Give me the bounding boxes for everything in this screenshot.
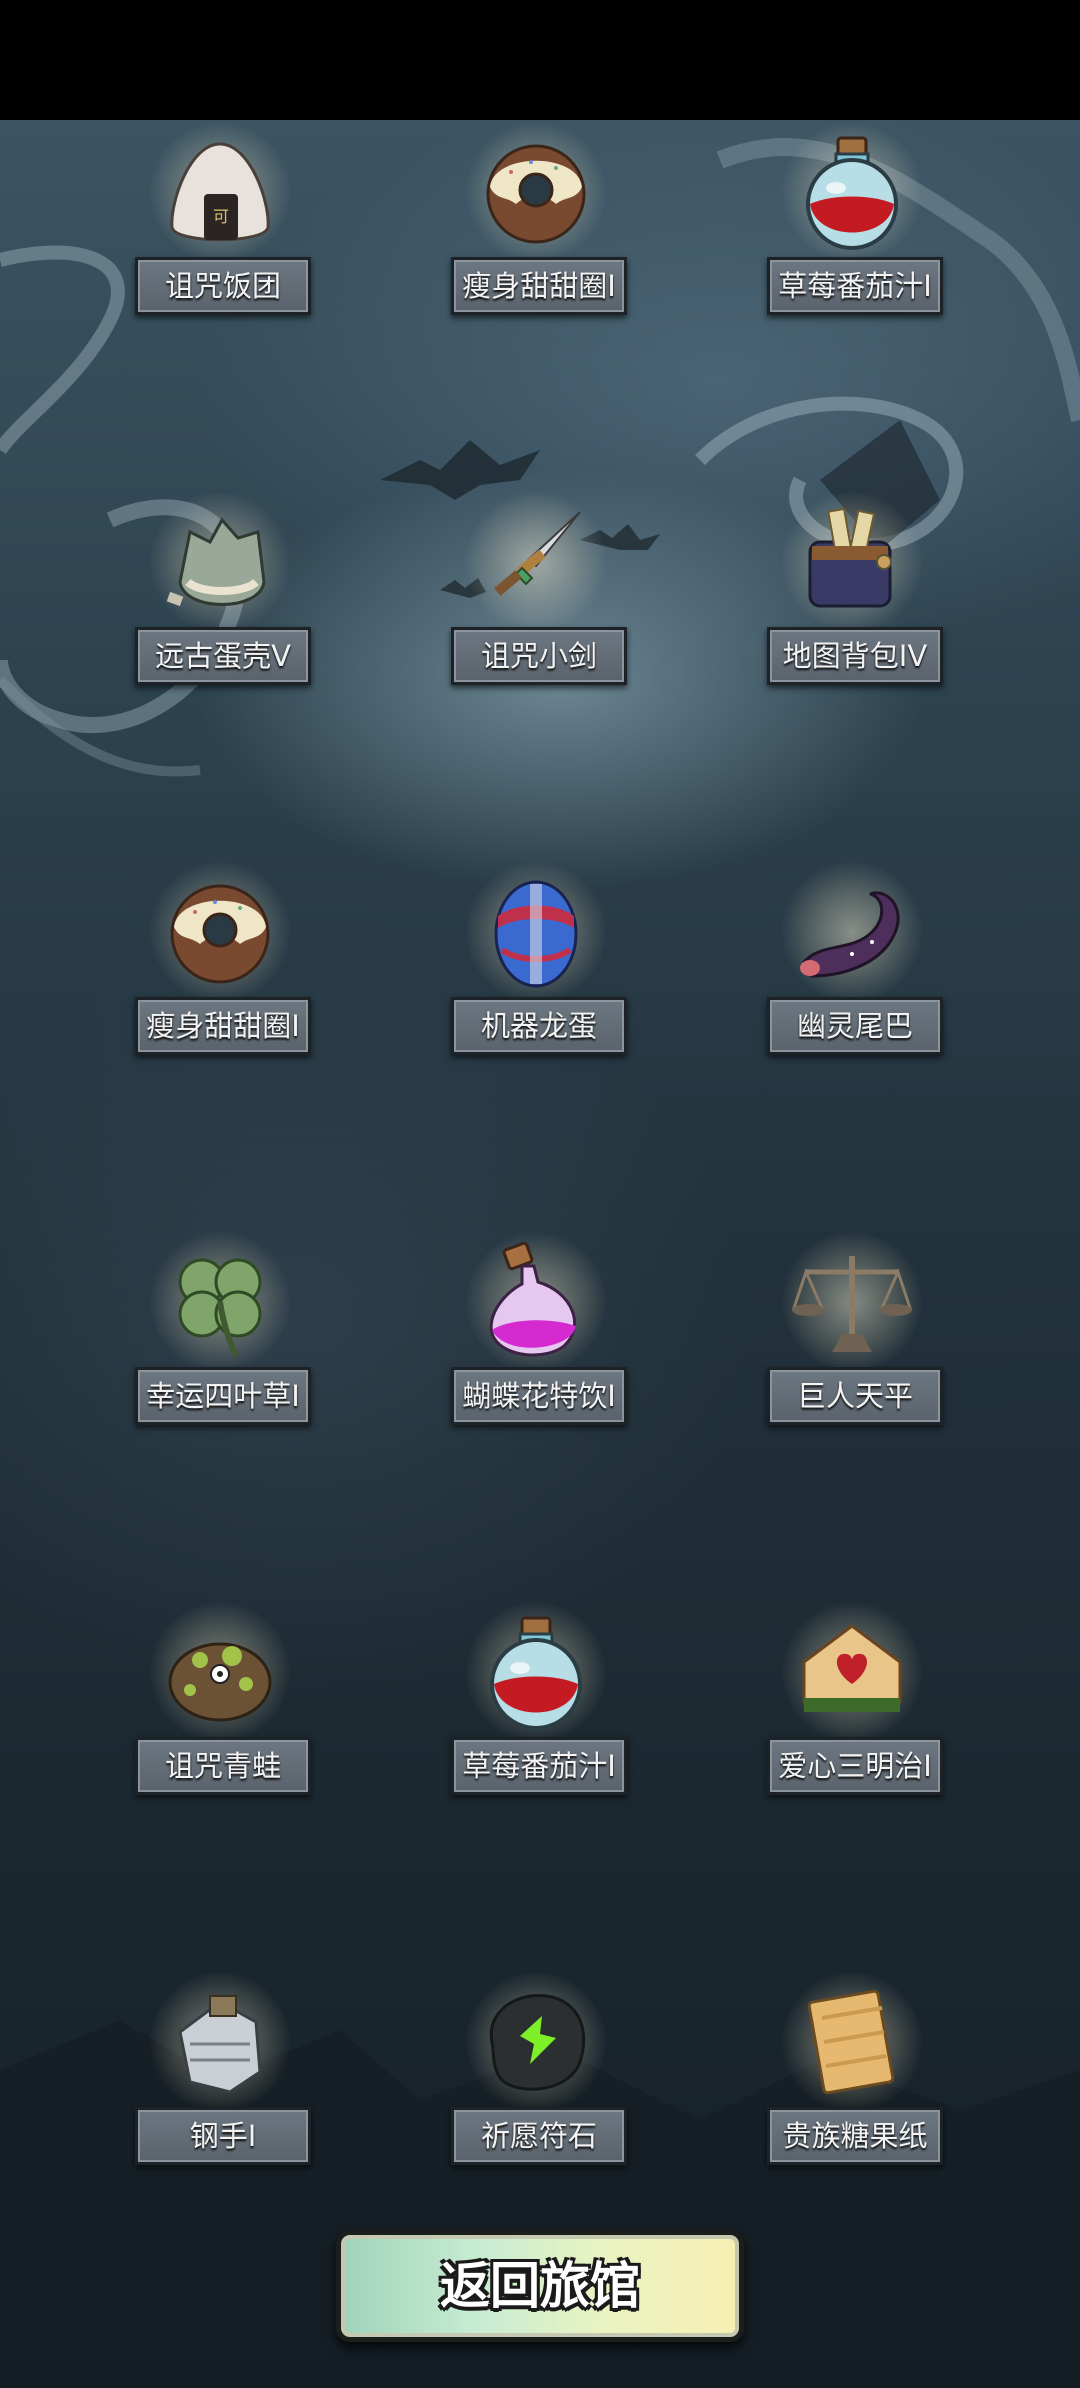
item-slot[interactable]: 机器龙蛋: [446, 862, 627, 1082]
item-slot[interactable]: 祈愿符石: [446, 1972, 627, 2192]
item-slot[interactable]: 瘦身甜甜圈I: [130, 862, 311, 1082]
item-slot[interactable]: 草莓番茄汁I: [762, 122, 943, 342]
item-label: 贵族糖果纸: [767, 2107, 943, 2165]
item-label: 巨人天平: [767, 1367, 943, 1425]
return-to-inn-button[interactable]: 返回旅馆: [336, 2230, 744, 2342]
dagger-icon: [494, 511, 581, 596]
item-slot[interactable]: 幽灵尾巴: [762, 862, 943, 1082]
robot-dragon-egg-icon: [494, 880, 578, 988]
return-to-inn-label: 返回旅馆: [440, 2257, 640, 2315]
item-slot[interactable]: 远古蛋壳V: [130, 492, 311, 712]
item-label: 机器龙蛋: [451, 997, 627, 1055]
item-label: 草莓番茄汁I: [451, 1737, 627, 1795]
item-label: 祈愿符石: [451, 2107, 627, 2165]
pink-potion-icon: [489, 1242, 576, 1357]
status-bar: [0, 0, 1080, 120]
svg-text:可: 可: [213, 207, 229, 226]
donut-icon: [486, 144, 586, 244]
cursed-frog-icon: [168, 1642, 272, 1722]
item-label: 幽灵尾巴: [767, 997, 943, 1055]
item-slot[interactable]: 草莓番茄汁I: [446, 1602, 627, 1822]
red-potion-icon: [806, 136, 898, 250]
red-potion-icon: [490, 1616, 582, 1730]
item-slot[interactable]: 可诅咒饭团: [130, 122, 311, 342]
map-backpack-icon: [808, 507, 892, 608]
item-label: 钢手I: [135, 2107, 311, 2165]
item-slot[interactable]: 诅咒青蛙: [130, 1602, 311, 1822]
item-slot[interactable]: 钢手I: [130, 1972, 311, 2192]
item-slot[interactable]: 幸运四叶草I: [130, 1232, 311, 1452]
item-label: 瘦身甜甜圈I: [135, 997, 311, 1055]
item-slot[interactable]: 贵族糖果纸: [762, 1972, 943, 2192]
item-label: 远古蛋壳V: [135, 627, 311, 685]
item-slot[interactable]: 诅咒小剑: [446, 492, 627, 712]
item-label: 地图背包IV: [767, 627, 943, 685]
steel-gauntlet-icon: [178, 1995, 262, 2094]
item-label: 诅咒小剑: [451, 627, 627, 685]
scale-icon: [792, 1256, 912, 1352]
item-label: 诅咒青蛙: [135, 1737, 311, 1795]
item-label: 草莓番茄汁I: [767, 257, 943, 315]
item-label: 瘦身甜甜圈I: [451, 257, 627, 315]
item-slot[interactable]: 蝴蝶花特饮I: [446, 1232, 627, 1452]
wish-rune-stone-icon: [489, 1994, 586, 2091]
candy-wrapper-icon: [807, 1989, 895, 2095]
ghost-tail-icon: [800, 891, 900, 978]
item-slot[interactable]: 巨人天平: [762, 1232, 943, 1452]
four-leaf-clover-icon: [178, 1258, 262, 1358]
heart-sandwich-icon: [802, 1624, 902, 1712]
item-slot[interactable]: 瘦身甜甜圈I: [446, 122, 627, 342]
item-label: 幸运四叶草I: [135, 1367, 311, 1425]
rice-ball-icon: 可: [170, 142, 270, 242]
item-label: 诅咒饭团: [135, 257, 311, 315]
item-label: 爱心三明治I: [767, 1737, 943, 1795]
item-slot[interactable]: 地图背包IV: [762, 492, 943, 712]
donut-icon: [170, 884, 270, 984]
item-slot[interactable]: 爱心三明治I: [762, 1602, 943, 1822]
egg-shell-icon: [166, 517, 266, 607]
item-label: 蝴蝶花特饮I: [451, 1367, 627, 1425]
